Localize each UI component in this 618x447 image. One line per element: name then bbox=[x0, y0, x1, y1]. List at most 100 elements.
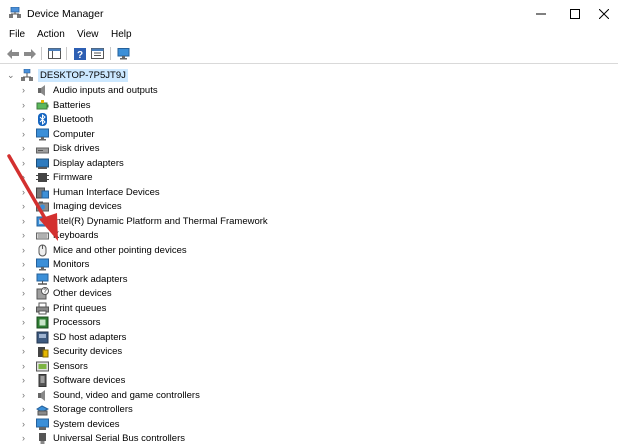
tree-item-row[interactable]: › Storage controllers bbox=[0, 402, 618, 417]
chevron-right-icon[interactable]: › bbox=[22, 245, 32, 256]
tree-item-row[interactable]: › Print queues bbox=[0, 301, 618, 316]
chevron-right-icon[interactable]: › bbox=[22, 433, 32, 444]
tree-item-row[interactable]: › Sound, video and game controllers bbox=[0, 388, 618, 403]
forward-button[interactable] bbox=[22, 46, 37, 61]
chevron-right-icon[interactable]: › bbox=[22, 172, 32, 183]
unknown-device-icon: ? bbox=[36, 287, 49, 300]
tree-item-label: Audio inputs and outputs bbox=[53, 85, 158, 96]
tree-item-row[interactable]: › Bluetooth bbox=[0, 112, 618, 127]
show-hide-console-tree-icon bbox=[48, 48, 61, 59]
chevron-right-icon[interactable]: › bbox=[22, 230, 32, 241]
device-tree: ⌄ DESKTOP-7P5JT9J › Audio inputs and outp… bbox=[0, 64, 618, 447]
menu-view[interactable]: View bbox=[77, 29, 99, 40]
tree-item-row[interactable]: › Disk drives bbox=[0, 141, 618, 156]
menu-bar: File Action View Help bbox=[0, 27, 618, 43]
tree-item-row[interactable]: › Mice and other pointing devices bbox=[0, 243, 618, 258]
tree-item-row[interactable]: › Monitors bbox=[0, 257, 618, 272]
tree-item-row[interactable]: › Sensors bbox=[0, 359, 618, 374]
tree-item-row[interactable]: › Firmware bbox=[0, 170, 618, 185]
chevron-right-icon[interactable]: › bbox=[22, 419, 32, 430]
usb-icon bbox=[39, 433, 46, 444]
chevron-right-icon[interactable]: › bbox=[22, 201, 32, 212]
chevron-right-icon[interactable]: › bbox=[22, 259, 32, 270]
tree-item-row[interactable]: › SD host adapters bbox=[0, 330, 618, 345]
properties-button[interactable] bbox=[90, 46, 105, 61]
tree-item-row[interactable]: › Security devices bbox=[0, 344, 618, 359]
chevron-right-icon[interactable]: › bbox=[22, 390, 32, 401]
minimize-icon bbox=[536, 13, 546, 14]
chevron-right-icon[interactable]: › bbox=[22, 158, 32, 169]
chevron-right-icon[interactable]: › bbox=[22, 129, 32, 140]
tree-item-row[interactable]: › Batteries bbox=[0, 98, 618, 113]
hid-icon bbox=[36, 187, 49, 198]
chevron-right-icon[interactable]: › bbox=[22, 100, 32, 111]
toolbar-separator bbox=[41, 47, 42, 60]
tree-item-row[interactable]: › Imaging devices bbox=[0, 199, 618, 214]
chevron-right-icon[interactable]: › bbox=[22, 85, 32, 96]
chevron-right-icon[interactable]: › bbox=[22, 317, 32, 328]
display-adapter-icon bbox=[36, 158, 49, 169]
chevron-right-icon[interactable]: › bbox=[22, 361, 32, 372]
tree-item-label: Network adapters bbox=[53, 273, 128, 285]
tree-item-row[interactable]: › Processors bbox=[0, 315, 618, 330]
tree-item-label: Storage controllers bbox=[53, 404, 133, 415]
chevron-right-icon[interactable]: › bbox=[22, 346, 32, 357]
tree-item-row[interactable]: › Computer bbox=[0, 127, 618, 142]
system-device-icon bbox=[36, 418, 49, 430]
toolbar-separator bbox=[66, 47, 67, 60]
help-button[interactable]: ? bbox=[72, 46, 87, 61]
show-hide-console-tree-button[interactable] bbox=[47, 46, 62, 61]
tree-item-label: Disk drives bbox=[53, 143, 100, 154]
tree-item-row[interactable]: › System devices bbox=[0, 417, 618, 432]
tree-item-row[interactable]: › Audio inputs and outputs bbox=[0, 83, 618, 98]
chip-icon bbox=[36, 216, 49, 226]
tree-item-row[interactable]: › Network adapters bbox=[0, 272, 618, 287]
chevron-right-icon[interactable]: › bbox=[22, 375, 32, 386]
tree-item-row[interactable]: › Universal Serial Bus controllers bbox=[0, 431, 618, 446]
back-button[interactable] bbox=[5, 46, 20, 61]
menu-action[interactable]: Action bbox=[37, 29, 65, 40]
toolbar-separator bbox=[110, 47, 111, 60]
close-button[interactable] bbox=[590, 0, 618, 27]
tree-item-label: Bluetooth bbox=[53, 114, 94, 125]
tree-item-label: Firmware bbox=[53, 172, 93, 183]
keyboard-icon bbox=[36, 232, 49, 240]
maximize-button[interactable] bbox=[556, 0, 594, 27]
window-title: Device Manager bbox=[27, 8, 104, 20]
scan-hardware-button[interactable] bbox=[116, 46, 131, 61]
chevron-right-icon[interactable]: › bbox=[22, 216, 32, 227]
tree-item-row[interactable]: › Human Interface Devices bbox=[0, 185, 618, 200]
chevron-right-icon[interactable]: › bbox=[22, 187, 32, 198]
printer-icon bbox=[36, 302, 49, 314]
scan-hardware-icon bbox=[117, 47, 129, 59]
chevron-right-icon[interactable]: › bbox=[22, 114, 32, 125]
minimize-button[interactable] bbox=[522, 0, 560, 27]
tree-item-row[interactable]: › Software devices bbox=[0, 373, 618, 388]
network-icon bbox=[36, 273, 49, 285]
tree-item-row[interactable]: › Intel(R) Dynamic Platform and Thermal F… bbox=[0, 214, 618, 229]
tree-item-label: Display adapters bbox=[53, 157, 124, 169]
tree-root-row[interactable]: ⌄ DESKTOP-7P5JT9J bbox=[0, 68, 618, 83]
tree-item-row[interactable]: ›? Other devices bbox=[0, 286, 618, 301]
tree-item-label: Computer bbox=[53, 128, 95, 140]
chevron-down-icon[interactable]: ⌄ bbox=[7, 70, 17, 81]
disk-drive-icon bbox=[36, 147, 49, 154]
chevron-right-icon[interactable]: › bbox=[22, 143, 32, 154]
tree-item-row[interactable]: › Display adapters bbox=[0, 156, 618, 171]
menu-help[interactable]: Help bbox=[111, 29, 132, 40]
menu-file[interactable]: File bbox=[9, 29, 25, 40]
title-bar: Device Manager bbox=[0, 0, 618, 27]
chevron-right-icon[interactable]: › bbox=[22, 332, 32, 343]
tree-item-label: Intel(R) Dynamic Platform and Thermal Fr… bbox=[53, 215, 268, 227]
tree-item-label: Sensors bbox=[53, 360, 88, 372]
chevron-right-icon[interactable]: › bbox=[22, 303, 32, 314]
tree-item-row[interactable]: › Keyboards bbox=[0, 228, 618, 243]
camera-icon bbox=[36, 201, 49, 212]
chevron-right-icon[interactable]: › bbox=[22, 288, 32, 299]
monitor-icon bbox=[36, 258, 49, 271]
chevron-right-icon[interactable]: › bbox=[22, 404, 32, 415]
chevron-right-icon[interactable]: › bbox=[22, 274, 32, 285]
mouse-icon bbox=[38, 244, 47, 256]
sd-card-icon bbox=[36, 331, 49, 343]
close-icon bbox=[599, 8, 609, 19]
